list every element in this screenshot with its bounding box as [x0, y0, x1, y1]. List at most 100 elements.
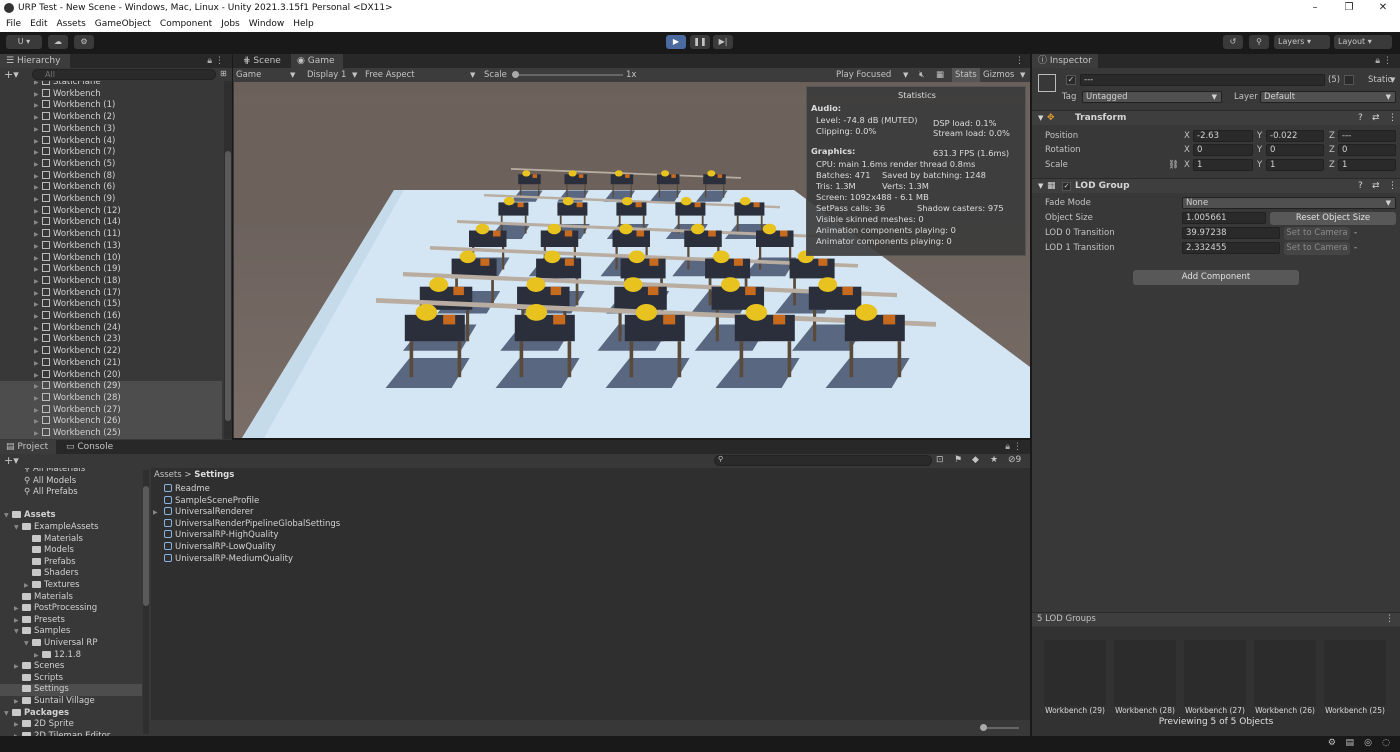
restore-icon[interactable]: ❐ [1332, 0, 1366, 16]
static-checkbox[interactable] [1344, 75, 1354, 85]
asset-item[interactable]: Readme [164, 484, 210, 496]
expand-arrow-icon[interactable]: ▶ [34, 334, 42, 346]
play-focused-dropdown[interactable]: Play Focused [836, 68, 891, 82]
tab-console[interactable]: ▭ Console [60, 440, 120, 454]
project-tree-item[interactable]: ▶ Suntail Village [0, 696, 142, 708]
project-add-icon[interactable]: +▾ [4, 454, 19, 467]
project-tree-item[interactable]: ▶ Presets [0, 615, 142, 627]
hierarchy-item[interactable]: ▶ Workbench (25) [0, 428, 222, 439]
progress-icon[interactable]: ▤ [1345, 738, 1354, 748]
aspect-dropdown[interactable]: Free Aspect [365, 68, 415, 82]
debug-icon[interactable]: ⚙ [1328, 738, 1336, 748]
project-tree-item[interactable]: Materials [0, 592, 142, 604]
scale-x-field[interactable]: 1 [1193, 159, 1253, 171]
project-tree-item[interactable]: Scripts [0, 673, 142, 685]
collapse-arrow-icon[interactable]: ▼ [1038, 179, 1043, 194]
breadcrumb-settings[interactable]: Settings [194, 470, 234, 480]
menu-window[interactable]: Window [249, 16, 285, 32]
expand-arrow-icon[interactable]: ▼ [4, 510, 12, 522]
hierarchy-search-input[interactable] [32, 69, 216, 80]
hierarchy-item[interactable]: ▶ Workbench (17) [0, 287, 222, 300]
expand-arrow-icon[interactable]: ▶ [34, 194, 42, 206]
rotation-y-field[interactable]: 0 [1266, 144, 1324, 156]
hierarchy-item[interactable]: ▶ Workbench (14) [0, 217, 222, 229]
asset-item[interactable]: ▶ UniversalRenderer [153, 507, 254, 519]
project-tree-item[interactable]: ▼ ExampleAssets [0, 522, 142, 534]
project-tree-item[interactable]: ▼ Universal RP [0, 638, 142, 650]
tab-game[interactable]: ◉ Game [291, 54, 343, 68]
game-viewport[interactable]: Statistics Audio: Level: -74.8 dB (MUTED… [234, 82, 1030, 438]
hierarchy-item[interactable]: ▶ StaticPlane [0, 81, 222, 89]
expand-arrow-icon[interactable]: ▶ [34, 182, 42, 194]
cache-icon[interactable]: ◎ [1364, 738, 1372, 748]
cloud-icon[interactable]: ☁ [48, 35, 68, 49]
tab-hierarchy[interactable]: ☰ Hierarchy [0, 54, 70, 68]
hierarchy-item[interactable]: ▶ Workbench (3) [0, 123, 222, 136]
scale-slider[interactable] [512, 71, 623, 78]
project-tree-item[interactable]: ▶ 2D Sprite [0, 719, 142, 731]
component-menu-icon[interactable]: ⋮ [1388, 179, 1397, 194]
hierarchy-item[interactable]: ▶ Workbench (13) [0, 240, 222, 253]
expand-arrow-icon[interactable]: ▶ [34, 288, 42, 300]
hierarchy-item[interactable]: ▶ Workbench (24) [0, 322, 222, 335]
chevron-down-icon[interactable]: ▼ [1390, 74, 1395, 86]
lod0-transition-field[interactable]: 39.97238 [1182, 227, 1280, 239]
filter-type-icon[interactable]: ⊡ [936, 455, 944, 465]
expand-arrow-icon[interactable]: ▶ [34, 229, 42, 241]
project-tree-item[interactable]: Materials [0, 534, 142, 546]
expand-arrow-icon[interactable]: ▶ [14, 603, 22, 615]
minimize-icon[interactable]: – [1298, 0, 1332, 16]
expand-arrow-icon[interactable]: ▶ [34, 89, 42, 101]
hierarchy-item[interactable]: ▶ Workbench (1) [0, 100, 222, 112]
lock-icon[interactable]: 🔒︎ [207, 54, 212, 68]
project-tree-item[interactable]: Settings [0, 684, 142, 696]
expand-arrow-icon[interactable]: ▶ [14, 696, 22, 708]
game-menu-icon[interactable]: ⋮ [1015, 54, 1024, 68]
expand-arrow-icon[interactable]: ▶ [153, 507, 164, 519]
link-icon[interactable]: ⛓ [1168, 159, 1179, 171]
project-tree-item[interactable]: ▼ Assets [0, 510, 142, 522]
mute-audio-icon[interactable]: 🔇︎ [919, 68, 924, 82]
project-tree-item[interactable]: Models [0, 545, 142, 557]
project-tree-item[interactable]: ▼ Packages [0, 708, 142, 720]
expand-arrow-icon[interactable]: ▼ [24, 638, 32, 650]
hierarchy-item[interactable]: ▶ Workbench (26) [0, 416, 222, 428]
hierarchy-item[interactable]: ▶ Workbench (10) [0, 252, 222, 265]
object-size-field[interactable]: 1.005661 [1182, 212, 1266, 224]
close-icon[interactable]: ✕ [1366, 0, 1400, 16]
hierarchy-item[interactable]: ▶ Workbench (15) [0, 299, 222, 311]
lodgroup-header[interactable]: ▼ ▦ ✓ LOD Group ? ⇄ ⋮ [1032, 178, 1400, 193]
scale-y-field[interactable]: 1 [1266, 159, 1324, 171]
expand-arrow-icon[interactable]: ▶ [14, 615, 22, 627]
scale-z-field[interactable]: 1 [1338, 159, 1396, 171]
layout-dropdown[interactable]: Layout ▾ [1334, 35, 1392, 49]
expand-arrow-icon[interactable]: ▼ [14, 522, 22, 534]
expand-arrow-icon[interactable]: ▶ [34, 112, 42, 124]
pause-button[interactable]: ❚❚ [690, 35, 710, 49]
project-search-input[interactable]: ⚲ [714, 455, 932, 466]
lod1-set-to-camera-button[interactable]: Set to Camera [1284, 242, 1350, 255]
breadcrumb-assets[interactable]: Assets [154, 470, 182, 480]
project-tree-item[interactable]: ▶ 12.1.8 [0, 650, 142, 662]
expand-arrow-icon[interactable]: ▶ [34, 264, 42, 276]
hierarchy-item[interactable]: ▶ Workbench (18) [0, 275, 222, 288]
hierarchy-item[interactable]: ▶ Workbench (8) [0, 170, 222, 183]
project-tree-item[interactable]: Shaders [0, 568, 142, 580]
icon-size-slider-handle[interactable] [980, 724, 987, 731]
collab-icon[interactable]: ⚙ [74, 35, 94, 49]
hierarchy-item[interactable]: ▶ Workbench (11) [0, 229, 222, 241]
stats-layout-icon[interactable]: ▦ [936, 68, 944, 82]
panel-menu-icon[interactable]: ⋮ [215, 54, 224, 68]
hierarchy-item[interactable]: ▶ Workbench (9) [0, 194, 222, 206]
project-tree-item[interactable]: ▼ Samples [0, 626, 142, 638]
hierarchy-scrollbar[interactable] [224, 81, 232, 439]
project-tree-item[interactable]: ⚲ All Models [0, 476, 142, 488]
add-component-button[interactable]: Add Component [1133, 270, 1299, 285]
hierarchy-item[interactable]: ▶ Workbench (6) [0, 182, 222, 194]
expand-arrow-icon[interactable]: ▶ [34, 206, 42, 218]
inspector-menu-icon[interactable]: ⋮ [1383, 54, 1392, 68]
expand-arrow-icon[interactable]: ▶ [34, 136, 42, 148]
expand-arrow-icon[interactable]: ▶ [34, 124, 42, 136]
step-button[interactable]: ▶| [713, 35, 733, 49]
account-button[interactable]: U ▾ [6, 35, 42, 49]
